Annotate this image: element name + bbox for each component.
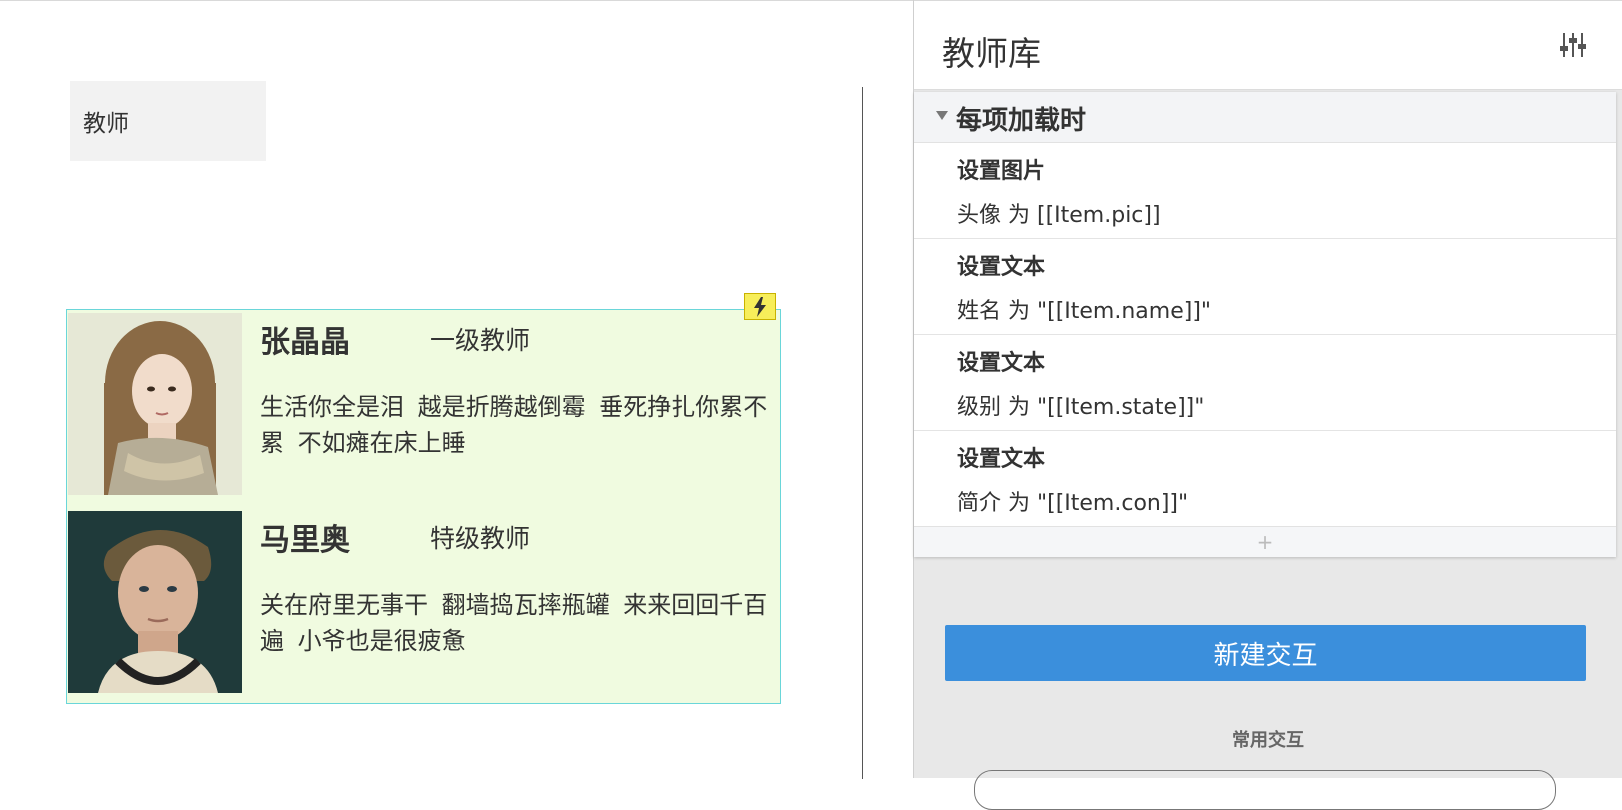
- teacher-name: 马里奥: [260, 523, 350, 558]
- page-boundary-line: [862, 87, 863, 779]
- teacher-avatar-2: [68, 511, 242, 693]
- action-title: 设置图片: [957, 159, 1046, 184]
- action-title: 设置文本: [957, 255, 1046, 280]
- add-action-button[interactable]: +: [914, 526, 1616, 557]
- panel-header: 教师库: [914, 0, 1622, 90]
- interaction-panel: 教师库 每项加载时 设置图片 头像 为 [[Item.pic]] 设置文本 姓名…: [913, 0, 1622, 810]
- action-title: 设置文本: [957, 351, 1046, 376]
- action-title: 设置文本: [957, 447, 1046, 472]
- settings-button[interactable]: [1560, 31, 1586, 59]
- action-item[interactable]: 设置图片 头像 为 [[Item.pic]]: [914, 143, 1616, 239]
- action-item[interactable]: 设置文本 简介 为 "[[Item.con]]": [914, 431, 1616, 527]
- teacher-level: 一级教师: [430, 326, 531, 355]
- action-desc: 级别 为 "[[Item.state]]": [957, 395, 1205, 420]
- event-header[interactable]: 每项加载时: [914, 92, 1616, 143]
- action-desc: 简介 为 "[[Item.con]]": [957, 491, 1189, 516]
- new-interaction-button[interactable]: 新建交互: [945, 625, 1586, 681]
- rectangle-label: 教师: [83, 111, 129, 137]
- caret-down-icon[interactable]: [936, 111, 948, 120]
- action-desc: 姓名 为 "[[Item.name]]": [957, 299, 1212, 324]
- common-interaction-item[interactable]: [974, 770, 1556, 810]
- sliders-icon: [1560, 33, 1586, 57]
- event-title: 每项加载时: [956, 106, 1087, 136]
- action-desc: 头像 为 [[Item.pic]]: [957, 203, 1161, 228]
- teacher-name: 张晶晶: [260, 325, 350, 360]
- teacher-item[interactable]: 马里奥 特级教师 关在府里无事干 翻墙捣瓦摔瓶罐 来来回回千百遍 小爷也是很疲惫: [68, 511, 778, 693]
- design-canvas[interactable]: 教师 张晶晶 一级教师 生活你全是泪 越是折腾越倒霉 垂死挣扎你累不累 不如瘫在…: [0, 0, 913, 779]
- teacher-bio: 生活你全是泪 越是折腾越倒霉 垂死挣扎你累不累 不如瘫在床上睡: [260, 393, 768, 457]
- plus-icon: +: [1256, 530, 1274, 554]
- action-item[interactable]: 设置文本 姓名 为 "[[Item.name]]": [914, 239, 1616, 335]
- action-item[interactable]: 设置文本 级别 为 "[[Item.state]]": [914, 335, 1616, 431]
- panel-title: 教师库: [942, 34, 1041, 73]
- teacher-rectangle[interactable]: 教师: [70, 81, 266, 161]
- teacher-level: 特级教师: [430, 524, 531, 553]
- common-interactions-label: 常用交互: [1232, 730, 1304, 751]
- event-card: 每项加载时 设置图片 头像 为 [[Item.pic]] 设置文本 姓名 为 "…: [914, 92, 1616, 557]
- teacher-bio: 关在府里无事干 翻墙捣瓦摔瓶罐 来来回回千百遍 小爷也是很疲惫: [260, 591, 768, 655]
- teacher-item[interactable]: 张晶晶 一级教师 生活你全是泪 越是折腾越倒霉 垂死挣扎你累不累 不如瘫在床上睡: [68, 313, 778, 495]
- teacher-avatar-1: [68, 313, 242, 495]
